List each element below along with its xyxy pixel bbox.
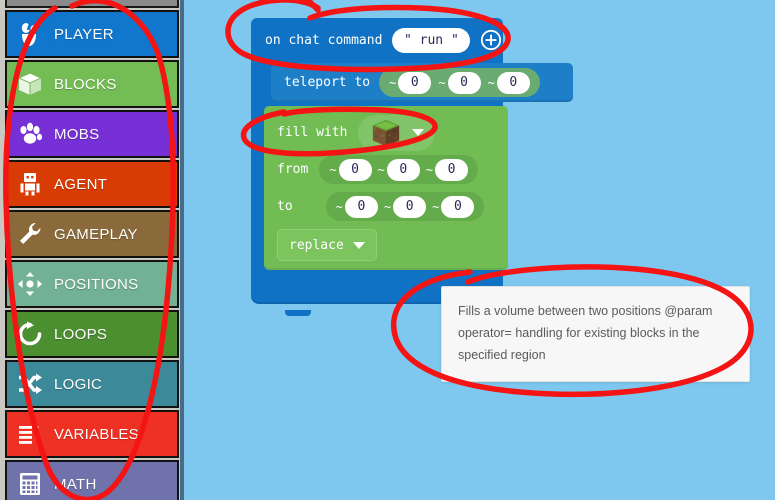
sidebar-item-partial-above[interactable] bbox=[5, 0, 179, 8]
chat-command-name-field[interactable]: " run " bbox=[392, 27, 471, 53]
teleport-position-widget[interactable]: ~ 0 ~ 0 ~ 0 bbox=[379, 68, 540, 97]
fill-to-coord-y[interactable]: ~ 0 bbox=[381, 195, 429, 218]
fill-to-x-field[interactable]: 0 bbox=[344, 195, 378, 218]
teleport-coord-x[interactable]: ~ 0 bbox=[386, 71, 434, 94]
calculator-icon bbox=[15, 469, 45, 499]
fill-to-row: to ~ 0 ~ 0 ~ 0 bbox=[264, 188, 508, 225]
fill-to-z-field[interactable]: 0 bbox=[441, 195, 475, 218]
sidebar-item-agent[interactable]: AGENT bbox=[5, 160, 179, 208]
tilde-x-icon: ~ bbox=[389, 75, 397, 90]
caret-down-icon[interactable] bbox=[412, 129, 425, 136]
plus-circle-icon[interactable] bbox=[480, 29, 502, 51]
fill-from-coord-z[interactable]: ~ 0 bbox=[423, 158, 471, 181]
sidebar-item-label: BLOCKS bbox=[54, 75, 117, 93]
tilde-z-icon: ~ bbox=[425, 162, 434, 177]
crosshair-icon bbox=[15, 269, 45, 299]
sidebar-item-label: MATH bbox=[54, 475, 97, 493]
teleport-x-field[interactable]: 0 bbox=[398, 71, 432, 94]
sidebar-item-loops[interactable]: LOOPS bbox=[5, 310, 179, 358]
sidebar-item-variables[interactable]: VARIABLES bbox=[5, 410, 179, 458]
teleport-coord-y[interactable]: ~ 0 bbox=[435, 71, 483, 94]
sidebar-item-label: LOOPS bbox=[54, 325, 108, 343]
fill-with-label: fill with bbox=[277, 125, 348, 140]
fill-block-type-picker[interactable] bbox=[358, 114, 436, 151]
fill-operator-value: replace bbox=[289, 237, 344, 253]
grass-block-icon bbox=[373, 119, 400, 146]
list-icon bbox=[15, 419, 45, 449]
tooltip-text: Fills a volume between two positions @pa… bbox=[458, 304, 713, 362]
fill-from-y-field[interactable]: 0 bbox=[386, 158, 420, 181]
fill-to-coord-x[interactable]: ~ 0 bbox=[333, 195, 381, 218]
shuffle-icon bbox=[15, 369, 45, 399]
fill-from-label: from bbox=[277, 162, 309, 177]
block-tooltip: Fills a volume between two positions @pa… bbox=[441, 286, 750, 382]
caret-down-icon[interactable] bbox=[352, 241, 365, 249]
sidebar-item-label: MOBS bbox=[54, 125, 100, 143]
block-fill[interactable]: fill with from ~ 0 ~ 0 ~ 0 to ~ 0 ~ 0 ~ … bbox=[264, 106, 508, 270]
sidebar-item-label: PLAYER bbox=[54, 25, 114, 43]
fill-to-coord-z[interactable]: ~ 0 bbox=[429, 195, 477, 218]
fill-from-x-field[interactable]: 0 bbox=[338, 158, 372, 181]
player-icon bbox=[15, 19, 45, 49]
teleport-z-field[interactable]: 0 bbox=[496, 71, 530, 94]
wrench-icon bbox=[15, 219, 45, 249]
on-chat-command-label: on chat command bbox=[265, 32, 383, 48]
tilde-y-icon: ~ bbox=[383, 199, 392, 214]
teleport-y-field[interactable]: 0 bbox=[447, 71, 481, 94]
tilde-x-icon: ~ bbox=[335, 199, 343, 214]
tilde-y-icon: ~ bbox=[438, 75, 446, 90]
event-block-bottom-notch bbox=[285, 310, 311, 316]
sidebar-item-logic[interactable]: LOGIC bbox=[5, 360, 179, 408]
fill-with-row: fill with bbox=[264, 114, 508, 151]
teleport-coord-z[interactable]: ~ 0 bbox=[485, 71, 533, 94]
tilde-x-icon: ~ bbox=[329, 162, 337, 177]
tilde-z-icon: ~ bbox=[487, 75, 495, 90]
refresh-icon bbox=[15, 319, 45, 349]
sidebar-item-player[interactable]: PLAYER bbox=[5, 10, 179, 58]
fill-operator-dropdown[interactable]: replace bbox=[277, 229, 377, 261]
sidebar-item-blocks[interactable]: BLOCKS bbox=[5, 60, 179, 108]
fill-from-row: from ~ 0 ~ 0 ~ 0 bbox=[264, 151, 508, 188]
sidebar-item-label: VARIABLES bbox=[54, 425, 139, 443]
fill-from-z-field[interactable]: 0 bbox=[435, 158, 469, 181]
fill-from-coord-x[interactable]: ~ 0 bbox=[326, 158, 374, 181]
tilde-y-icon: ~ bbox=[377, 162, 385, 177]
sidebar-item-math[interactable]: MATH bbox=[5, 460, 179, 500]
on-chat-command-header: on chat command " run " bbox=[251, 18, 503, 62]
sidebar-item-label: GAMEPLAY bbox=[54, 225, 138, 243]
toolbox-sidebar: PLAYER BLOCKS MOBS AGENT GAMEPLAY POSITIONS LO… bbox=[0, 0, 184, 500]
sidebar-item-gameplay[interactable]: GAMEPLAY bbox=[5, 210, 179, 258]
paw-icon bbox=[15, 119, 45, 149]
cube-icon bbox=[15, 69, 45, 99]
sidebar-item-positions[interactable]: POSITIONS bbox=[5, 260, 179, 308]
blockly-workspace[interactable]: on chat command " run " teleport to ~ 0 … bbox=[188, 0, 775, 500]
sidebar-item-label: POSITIONS bbox=[54, 275, 139, 293]
sidebar-item-label: LOGIC bbox=[54, 375, 103, 393]
tilde-z-icon: ~ bbox=[432, 199, 440, 214]
robot-icon bbox=[15, 169, 45, 199]
fill-to-y-field[interactable]: 0 bbox=[393, 195, 427, 218]
sidebar-item-label: AGENT bbox=[54, 175, 108, 193]
sidebar-item-mobs[interactable]: MOBS bbox=[5, 110, 179, 158]
fill-to-label: to bbox=[277, 199, 293, 214]
block-teleport-to[interactable]: teleport to ~ 0 ~ 0 ~ 0 bbox=[271, 63, 573, 102]
fill-from-position-widget[interactable]: ~ 0 ~ 0 ~ 0 bbox=[319, 155, 479, 184]
fill-to-position-widget[interactable]: ~ 0 ~ 0 ~ 0 bbox=[325, 192, 485, 221]
fill-from-coord-y[interactable]: ~ 0 bbox=[375, 158, 423, 181]
teleport-to-label: teleport to bbox=[284, 75, 371, 90]
